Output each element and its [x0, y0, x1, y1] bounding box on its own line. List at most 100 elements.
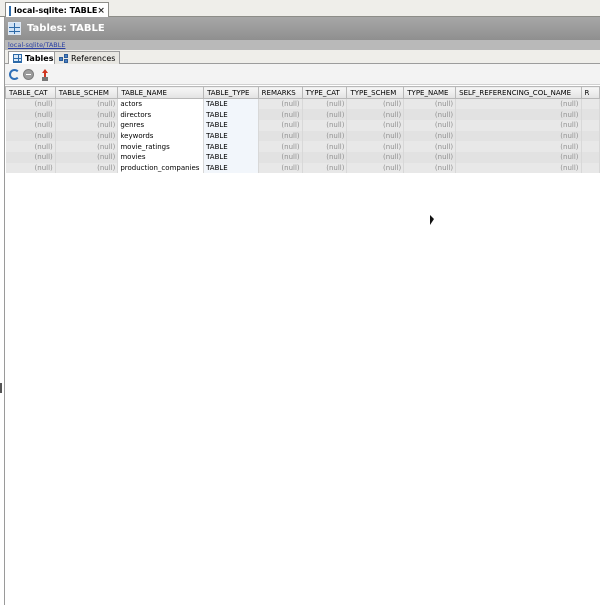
table-cell[interactable]: (null) — [302, 109, 348, 120]
table-row[interactable]: (null) (null) actors TABLE (null) (null) (null… — [5, 98, 600, 110]
table-cell[interactable] — [581, 130, 600, 142]
table-cell[interactable]: (null) — [55, 151, 119, 163]
table-cell[interactable]: (null) — [455, 151, 582, 163]
table-cell[interactable]: production_companies — [117, 162, 205, 174]
table-cell[interactable]: (null) — [455, 162, 582, 174]
table-cell[interactable]: (null) — [302, 98, 348, 110]
column-header[interactable]: TYPE_SCHEM — [346, 86, 405, 99]
tab-references[interactable]: References — [54, 51, 121, 64]
table-cell[interactable]: (null) — [258, 109, 303, 120]
table-cell[interactable]: (null) — [258, 130, 303, 142]
table-cell[interactable]: TABLE — [203, 109, 259, 120]
table-cell[interactable]: TABLE — [203, 162, 259, 174]
table-cell[interactable]: (null) — [403, 98, 457, 110]
table-cell[interactable]: keywords — [117, 130, 205, 142]
table-row[interactable]: (null) (null) directors TABLE (null) (null) (n… — [5, 109, 600, 120]
table-icon — [13, 54, 22, 63]
table-cell[interactable]: (null) — [5, 162, 56, 174]
table-cell[interactable] — [581, 141, 600, 152]
table-cell[interactable]: (null) — [346, 109, 405, 120]
sub-tab-bar: Tables References — [5, 50, 600, 65]
title-bar: Tables: TABLE — [5, 17, 600, 40]
table-cell[interactable]: (null) — [5, 130, 56, 142]
table-cell[interactable] — [581, 162, 600, 174]
column-header[interactable]: TYPE_NAME — [403, 86, 457, 99]
table-cell[interactable]: genres — [117, 119, 205, 131]
table-row[interactable]: (null) (null) movies TABLE (null) (null) (null… — [5, 151, 600, 163]
stop-icon[interactable] — [23, 69, 34, 80]
table-cell[interactable]: (null) — [258, 151, 303, 163]
table-cell[interactable]: (null) — [55, 98, 119, 110]
table-cell[interactable]: (null) — [403, 162, 457, 174]
table-cell[interactable]: (null) — [5, 141, 56, 152]
table-cell[interactable]: (null) — [302, 119, 348, 131]
column-header[interactable]: TABLE_NAME — [117, 86, 205, 99]
table-cell[interactable]: (null) — [302, 130, 348, 142]
table-row[interactable]: (null) (null) keywords TABLE (null) (null) (nu… — [5, 130, 600, 142]
column-header[interactable]: SELF_REFERENCING_COL_NAME — [455, 86, 582, 99]
table-cell[interactable]: TABLE — [203, 151, 259, 163]
table-cell[interactable]: (null) — [258, 162, 303, 174]
table-cell[interactable] — [581, 151, 600, 163]
table-cell[interactable]: (null) — [55, 109, 119, 120]
table-cell[interactable]: TABLE — [203, 98, 259, 110]
table-row[interactable]: (null) (null) genres TABLE (null) (null) (null… — [5, 119, 600, 131]
close-icon[interactable]: × — [97, 6, 105, 16]
table-cell[interactable]: (null) — [455, 141, 582, 152]
table-cell[interactable]: (null) — [302, 162, 348, 174]
table-cell[interactable] — [581, 119, 600, 131]
table-cell[interactable]: TABLE — [203, 141, 259, 152]
table-cell[interactable]: (null) — [5, 151, 56, 163]
column-header[interactable]: TABLE_TYPE — [203, 86, 259, 99]
table-cell[interactable]: (null) — [346, 141, 405, 152]
table-cell[interactable]: (null) — [403, 119, 457, 131]
export-icon[interactable] — [40, 69, 51, 80]
table-cell[interactable]: movie_ratings — [117, 141, 205, 152]
table-cell[interactable]: directors — [117, 109, 205, 120]
table-cell[interactable]: (null) — [346, 130, 405, 142]
table-row[interactable]: (null) (null) production_companies TABLE (nu… — [5, 162, 600, 174]
table-cell[interactable]: (null) — [346, 162, 405, 174]
column-header[interactable]: TABLE_CAT — [5, 86, 56, 99]
table-cell[interactable]: (null) — [403, 130, 457, 142]
table-cell[interactable]: (null) — [403, 151, 457, 163]
table-cell[interactable]: (null) — [403, 141, 457, 152]
tab-tables[interactable]: Tables — [8, 51, 59, 65]
table-cell[interactable]: (null) — [403, 109, 457, 120]
table-cell[interactable]: (null) — [455, 130, 582, 142]
table-row[interactable]: (null) (null) movie_ratings TABLE (null) (nul… — [5, 141, 600, 152]
table-cell[interactable]: (null) — [258, 98, 303, 110]
splitter-handle[interactable] — [0, 383, 2, 393]
column-header[interactable]: TABLE_SCHEM — [54, 86, 119, 99]
table-cell[interactable]: (null) — [302, 151, 348, 163]
table-cell[interactable]: (null) — [346, 119, 405, 131]
table-cell[interactable] — [581, 98, 600, 110]
table-cell[interactable]: (null) — [55, 162, 119, 174]
table-cell[interactable]: (null) — [55, 141, 119, 152]
table-cell[interactable]: (null) — [5, 119, 56, 131]
column-header[interactable]: R — [580, 86, 600, 99]
table-cell[interactable]: TABLE — [203, 130, 259, 142]
table-cell[interactable] — [581, 109, 600, 120]
column-header[interactable]: TYPE_CAT — [301, 86, 348, 99]
table-cell[interactable]: (null) — [5, 98, 56, 110]
table-cell[interactable]: (null) — [455, 98, 582, 110]
results-grid[interactable]: TABLE_CAT TABLE_SCHEM TABLE_NAME TABLE_T… — [5, 86, 600, 605]
table-cell[interactable]: (null) — [258, 141, 303, 152]
table-cell[interactable]: movies — [117, 151, 205, 163]
table-cell[interactable]: (null) — [455, 119, 582, 131]
table-cell[interactable]: (null) — [346, 151, 405, 163]
table-cell[interactable]: (null) — [55, 119, 119, 131]
editor-tab-local-sqlite-table[interactable]: local-sqlite: TABLE × — [5, 2, 109, 18]
table-cell[interactable]: TABLE — [203, 119, 259, 131]
table-cell[interactable]: (null) — [55, 130, 119, 142]
refresh-icon[interactable] — [9, 69, 20, 80]
table-cell[interactable]: (null) — [258, 119, 303, 131]
table-cell[interactable]: (null) — [346, 98, 405, 110]
table-cell[interactable]: (null) — [455, 109, 582, 120]
column-header[interactable]: REMARKS — [257, 86, 303, 99]
table-cell[interactable]: (null) — [5, 109, 56, 120]
table-cell[interactable]: (null) — [302, 141, 348, 152]
breadcrumb[interactable]: local-sqlite/TABLE — [8, 41, 65, 49]
table-cell[interactable]: actors — [117, 98, 205, 110]
